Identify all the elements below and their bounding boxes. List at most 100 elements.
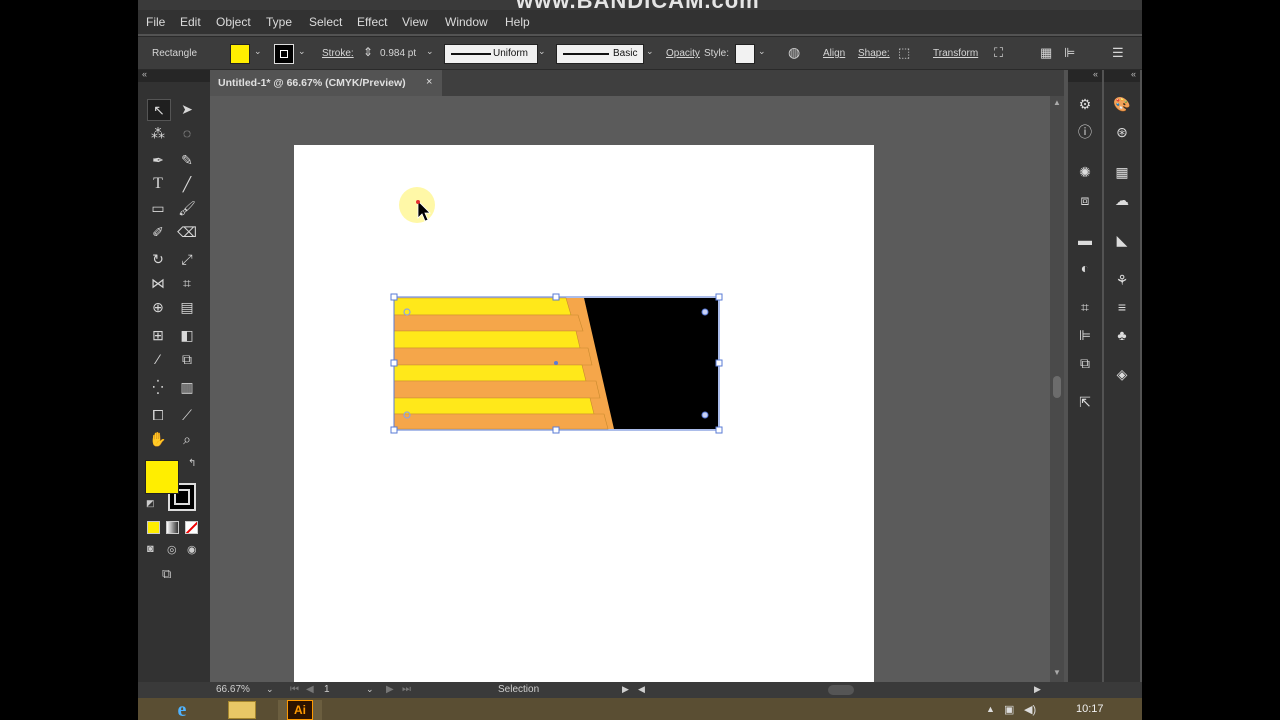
shape-options-icon[interactable]: ⬚ [898,45,910,61]
orange-stripe-4[interactable] [393,413,609,430]
mesh-tool-icon[interactable]: ⊞ [147,325,169,345]
network-icon[interactable]: ▣ [1004,703,1014,716]
selection-tool-icon[interactable]: ↖ [147,99,171,121]
menu-file[interactable]: File [146,15,165,29]
hscroll-right-icon[interactable]: ▶ [1034,684,1041,695]
paintbrush-tool-icon[interactable]: 🖌 [176,198,198,218]
stroke-panel-icon[interactable]: ◣ [1110,230,1134,250]
zoom-level[interactable]: 66.67% [216,684,250,695]
color-panel-icon[interactable]: 🎨 [1110,94,1134,114]
illustrator-taskbar-button[interactable]: Ai [278,700,322,720]
none-mode-icon[interactable] [185,521,198,534]
variable-width-profile[interactable]: Uniform [444,44,538,64]
stroke-weight-dropdown-icon[interactable]: ⌄ [426,46,434,57]
export-icon[interactable]: ⇱ [1073,392,1097,412]
panel-menu-icon[interactable]: ☰ [1112,45,1124,61]
swap-colors-icon[interactable]: ↰ [188,458,196,469]
pen-tool-icon[interactable]: ✒ [147,150,169,170]
orange-stripe-1[interactable] [393,314,584,332]
color-guide-icon[interactable]: ⊛ [1110,122,1134,142]
handle-bottom-left[interactable] [390,426,398,434]
yellow-stripe-1[interactable] [393,297,572,316]
handle-bottom-right[interactable] [715,426,723,434]
direct-selection-tool-icon[interactable]: ➤ [176,99,198,119]
rotate-tool-icon[interactable]: ↻ [147,249,169,269]
opacity-label[interactable]: Opacity [666,48,700,59]
orange-stripe-2[interactable] [393,347,593,366]
draw-normal-icon[interactable]: ◙ [147,543,154,555]
fill-color-box[interactable] [145,460,179,494]
stepper-icon[interactable]: ⇕ [363,45,373,59]
zoom-dropdown-icon[interactable]: ⌄ [266,684,274,695]
appearance-sun-icon[interactable]: ✺ [1073,162,1097,182]
column-graph-tool-icon[interactable]: ▥ [176,377,198,397]
libraries-icon[interactable]: ☁ [1110,190,1134,210]
zoom-tool-icon[interactable]: ⌕ [176,429,198,449]
menu-effect[interactable]: Effect [357,15,387,29]
first-artboard-icon[interactable]: ⏮ [290,684,299,695]
artboard-number[interactable]: 1 [324,684,330,695]
blend-tool-icon[interactable]: ⧉ [176,349,198,369]
arrange-icon[interactable]: ▦ [1040,45,1052,61]
corner-widget-3[interactable] [701,308,709,316]
menu-edit[interactable]: Edit [180,15,201,29]
lasso-tool-icon[interactable]: ◌ [176,123,198,143]
perspective-grid-tool-icon[interactable]: ▤ [176,297,198,317]
next-artboard-icon[interactable]: ▶ [386,684,394,695]
corner-widget-4[interactable] [701,411,709,419]
artwork[interactable] [294,145,874,682]
brushes-icon[interactable]: ⚘ [1110,270,1134,290]
align-label[interactable]: Align [823,48,845,59]
close-tab-icon[interactable]: × [426,76,432,88]
menu-help[interactable]: Help [505,15,530,29]
free-transform-tool-icon[interactable]: ⌗ [176,273,198,293]
hscroll-left-icon[interactable]: ◀ [638,684,645,695]
menu-object[interactable]: Object [216,15,251,29]
panel-strip-2-header[interactable]: « [1104,69,1140,82]
collapse-icon[interactable]: « [142,69,147,79]
hscroll-thumb[interactable] [828,685,854,695]
scale-tool-icon[interactable]: ⤢ [176,249,198,269]
menu-select[interactable]: Select [309,15,342,29]
fill-dropdown-icon[interactable]: ⌄ [254,46,262,57]
eyedropper-tool-icon[interactable]: ⁄ [147,349,169,369]
slice-tool-icon[interactable]: ⟋ [176,405,198,425]
distribute-icon[interactable]: ⊫ [1064,45,1075,61]
handle-top-left[interactable] [390,293,398,301]
menu-type[interactable]: Type [266,15,292,29]
shape-builder-tool-icon[interactable]: ⊕ [147,297,169,317]
style-dropdown-icon[interactable]: ⌄ [758,46,766,57]
scroll-thumb[interactable] [1053,376,1061,398]
handle-bottom-center[interactable] [552,426,560,434]
magic-wand-tool-icon[interactable]: ⁂ [147,123,169,143]
scroll-up-icon[interactable]: ▲ [1053,98,1061,107]
graphic-styles-icon[interactable]: ⧈ [1073,190,1097,210]
artboard-tool-icon[interactable]: ⧠ [147,405,169,425]
gradient-mode-icon[interactable] [166,521,179,534]
yellow-stripe-4[interactable] [393,397,595,415]
scroll-down-icon[interactable]: ▼ [1053,668,1061,677]
stroke-lines-icon[interactable]: ≡ [1110,297,1134,317]
internet-explorer-icon[interactable]: e [166,699,198,720]
handle-middle-right[interactable] [715,359,723,367]
screen-mode-icon[interactable]: ⧉ [162,566,171,582]
canvas-area[interactable] [210,96,1050,682]
draw-inside-icon[interactable]: ◉ [187,543,197,556]
line-tool-icon[interactable]: ╱ [176,174,198,194]
tools-panel-header[interactable]: « [138,69,210,82]
stroke-weight-value[interactable]: 0.984 pt [380,48,416,59]
draw-behind-icon[interactable]: ◎ [167,543,177,556]
default-colors-icon[interactable]: ◩ [146,498,155,509]
status-menu-icon[interactable]: ▶ [622,684,629,695]
pathfinder-icon[interactable]: ⧉ [1073,353,1097,373]
hand-tool-icon[interactable]: ✋ [147,429,169,449]
gradient-panel-icon[interactable]: ▬ [1073,230,1097,250]
handle-top-right[interactable] [715,293,723,301]
volume-icon[interactable]: ◀) [1024,703,1036,716]
align-panel-icon[interactable]: ⊫ [1073,325,1097,345]
stroke-swatch[interactable] [274,44,294,64]
symbols-icon[interactable]: ♣ [1110,325,1134,345]
profile-dropdown-icon[interactable]: ⌄ [538,46,546,57]
width-tool-icon[interactable]: ⋈ [147,273,169,293]
clock-time[interactable]: 10:17 [1076,703,1104,715]
